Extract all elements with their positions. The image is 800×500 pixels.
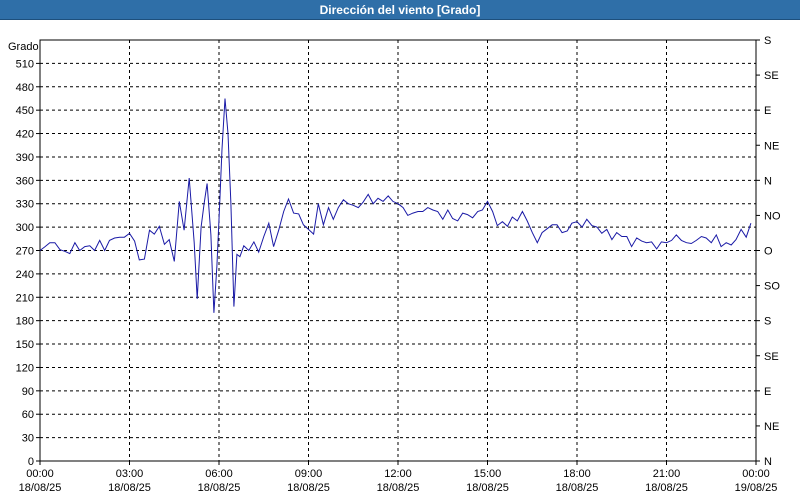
x-tick-label-date: 18/08/25: [466, 482, 509, 494]
right-axis-label: SE: [764, 351, 779, 363]
x-tick-label-date: 18/08/25: [556, 482, 599, 494]
right-axis-label: S: [764, 35, 771, 47]
x-tick-label-time: 00:00: [742, 468, 770, 480]
chart-window: Dirección del viento [Grado] 0 30 60 90 120 1…: [0, 0, 800, 500]
y-tick-label: 30: [22, 433, 34, 445]
wind-direction-series: [39, 98, 752, 313]
y-tick-label: 270: [16, 246, 34, 258]
chart-title: Dirección del viento [Grado]: [0, 0, 800, 20]
x-tick-label-date: 18/08/25: [377, 482, 420, 494]
y-tick-label: 210: [16, 292, 34, 304]
right-axis-label: NO: [764, 210, 781, 222]
y-tick-label: 60: [22, 409, 34, 421]
right-axis-label: E: [764, 386, 771, 398]
x-tick-label-time: 00:00: [26, 468, 54, 480]
y-tick-label: 240: [16, 269, 34, 281]
label-layer: 0 30 60 90 120 150 180 210 240 270 300 330 360 390 420…: [8, 35, 781, 494]
right-axis-label: E: [764, 105, 771, 117]
y-tick-label: 90: [22, 386, 34, 398]
x-tick-label-time: 15:00: [474, 468, 502, 480]
y-tick-label: 360: [16, 175, 34, 187]
right-axis-label: N: [764, 456, 772, 468]
y-tick-label: 300: [16, 222, 34, 234]
x-tick-label-time: 21:00: [653, 468, 681, 480]
x-tick-label-time: 06:00: [205, 468, 233, 480]
x-tick-label-date: 18/08/25: [287, 482, 330, 494]
right-axis-label: SO: [764, 281, 780, 293]
y-tick-label: 180: [16, 316, 34, 328]
y-tick-label: 0: [28, 456, 34, 468]
y-tick-label: 390: [16, 152, 34, 164]
x-tick-label-time: 18:00: [563, 468, 591, 480]
grid-layer: [40, 40, 756, 461]
y-tick-label: 120: [16, 362, 34, 374]
right-axis-label: S: [764, 316, 771, 328]
right-axis-label: SE: [764, 70, 779, 82]
x-tick-label-date: 19/08/25: [735, 482, 778, 494]
x-tick-label-date: 18/08/25: [108, 482, 151, 494]
x-tick-label-date: 18/08/25: [19, 482, 62, 494]
x-tick-label-time: 09:00: [295, 468, 323, 480]
right-axis-label: NE: [764, 421, 779, 433]
x-tick-label-time: 03:00: [116, 468, 144, 480]
y-tick-label: 450: [16, 105, 34, 117]
wind-direction-chart: 0 30 60 90 120 150 180 210 240 270 300 330 360 390 420…: [8, 35, 781, 494]
y-tick-label: 480: [16, 82, 34, 94]
x-tick-label-date: 18/08/25: [645, 482, 688, 494]
right-axis-label: N: [764, 175, 772, 187]
y-tick-label: 420: [16, 129, 34, 141]
series-layer: [39, 98, 752, 313]
y-tick-label: 150: [16, 339, 34, 351]
right-axis-label: O: [764, 246, 773, 258]
x-tick-label-time: 12:00: [384, 468, 412, 480]
x-tick-label-date: 18/08/25: [198, 482, 241, 494]
right-axis-label: NE: [764, 140, 779, 152]
y-axis-label: Grado: [8, 41, 39, 53]
y-tick-label: 510: [16, 58, 34, 70]
y-tick-label: 330: [16, 199, 34, 211]
